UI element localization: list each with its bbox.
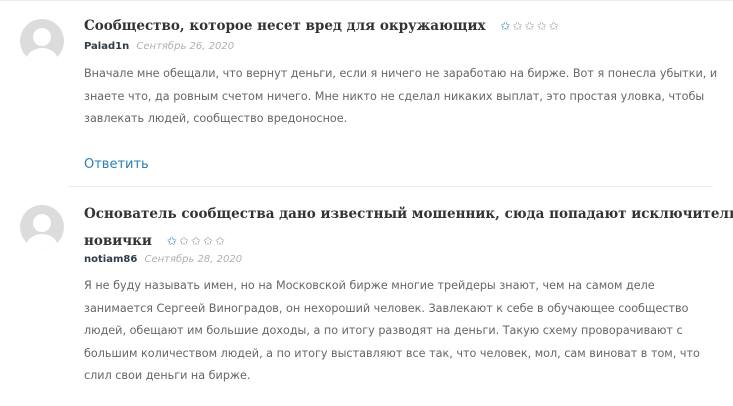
star-empty-icon: ✩	[512, 19, 525, 33]
star-empty-icon: ✩	[190, 234, 203, 248]
rating-stars: ✩✩✩✩✩	[500, 13, 560, 39]
comment-text: Вначале мне обещали, что вернут деньги, …	[84, 67, 718, 125]
author-line: Palad1n Сентябрь 26, 2020	[84, 41, 234, 52]
comment-date[interactable]: Сентябрь 26, 2020	[136, 41, 234, 52]
comment-divider	[68, 186, 713, 187]
comment-title-text: Сообщество, которое несет вред для окруж…	[84, 18, 486, 34]
author-line: notiam86 Сентябрь 28, 2020	[84, 254, 242, 265]
comment-author[interactable]: notiam86	[84, 254, 137, 265]
comment-author[interactable]: Palad1n	[84, 41, 129, 52]
star-empty-icon: ✩	[214, 234, 227, 248]
rating-stars: ✩✩✩✩✩	[167, 228, 227, 254]
avatar	[20, 205, 64, 249]
comment-title-text: новички	[84, 233, 152, 249]
comment-date[interactable]: Сентябрь 28, 2020	[144, 254, 242, 265]
star-empty-icon: ✩	[202, 234, 215, 248]
comment-title-text: Основатель сообщества дано известный мош…	[84, 206, 733, 222]
star-filled-icon: ✩	[166, 234, 179, 248]
top-divider	[0, 0, 733, 1]
star-empty-icon: ✩	[536, 19, 549, 33]
reply-link[interactable]: Ответить	[84, 157, 149, 172]
star-empty-icon: ✩	[548, 19, 561, 33]
avatar	[20, 19, 64, 63]
comment-title: Основатель сообщества дано известный мош…	[84, 201, 733, 227]
star-filled-icon: ✩	[500, 19, 513, 33]
star-empty-icon: ✩	[178, 234, 191, 248]
comment-title-continued: новички ✩✩✩✩✩	[84, 228, 227, 254]
star-empty-icon: ✩	[524, 19, 537, 33]
comment-text: Я не буду называть имен, но на Московско…	[84, 279, 700, 382]
comment-title: Сообщество, которое несет вред для окруж…	[84, 13, 561, 39]
